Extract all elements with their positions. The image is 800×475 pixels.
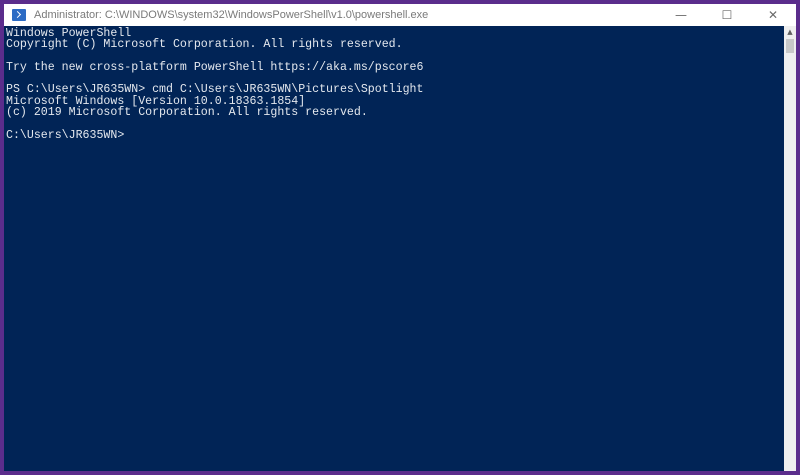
console-output[interactable]: Windows PowerShell Copyright (C) Microso… xyxy=(4,26,784,141)
powershell-icon[interactable] xyxy=(12,9,26,21)
window-title: Administrator: C:\WINDOWS\system32\Windo… xyxy=(34,9,429,21)
vertical-scrollbar[interactable]: ▲ xyxy=(784,26,796,471)
close-button[interactable]: ✕ xyxy=(750,4,796,26)
title-bar[interactable]: Administrator: C:\WINDOWS\system32\Windo… xyxy=(4,4,796,26)
console-area[interactable]: Windows PowerShell Copyright (C) Microso… xyxy=(4,26,784,471)
minimize-button[interactable]: — xyxy=(658,4,704,26)
scrollbar-thumb[interactable] xyxy=(786,39,794,53)
console-line: (c) 2019 Microsoft Corporation. All righ… xyxy=(6,106,368,120)
maximize-button[interactable]: ☐ xyxy=(704,4,750,26)
console-line: Copyright (C) Microsoft Corporation. All… xyxy=(6,38,403,52)
console-prompt[interactable]: C:\Users\JR635WN> xyxy=(6,129,124,142)
window-controls: — ☐ ✕ xyxy=(658,4,796,26)
console-line: Try the new cross-platform PowerShell ht… xyxy=(6,60,424,74)
scroll-up-arrow-icon[interactable]: ▲ xyxy=(784,26,796,38)
powershell-window: Administrator: C:\WINDOWS\system32\Windo… xyxy=(0,0,800,475)
